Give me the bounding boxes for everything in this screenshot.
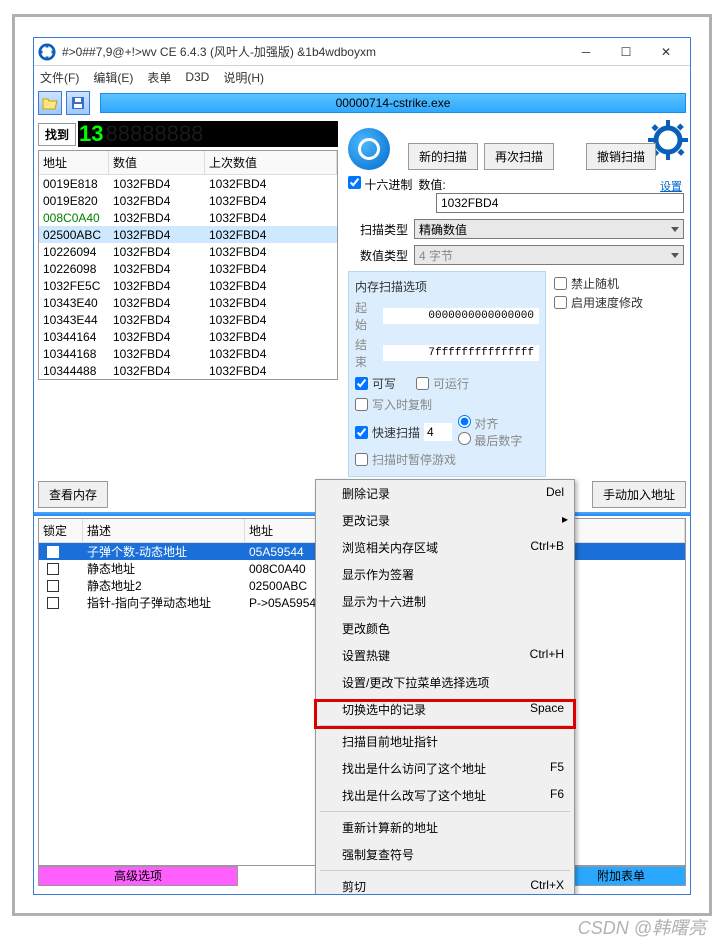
context-menu-item[interactable]: 强制复查符号 <box>316 841 574 868</box>
result-row[interactable]: 102260941032FBD41032FBD4 <box>39 243 337 260</box>
copy-on-write-check[interactable]: 写入时复制 <box>355 396 539 413</box>
context-menu: 删除记录Del更改记录浏览相关内存区域Ctrl+B显示作为签署显示为十六进制更改… <box>315 479 575 895</box>
save-icon <box>71 96 85 110</box>
view-memory-button[interactable]: 查看内存 <box>38 481 108 508</box>
result-row[interactable]: 0019E8181032FBD41032FBD4 <box>39 175 337 192</box>
scan-type-combo[interactable]: 精确数值 <box>414 219 684 239</box>
process-bar[interactable]: 00000714-cstrike.exe <box>100 93 686 113</box>
last-digit-radio[interactable]: 最后数字 <box>458 432 522 449</box>
result-row[interactable]: 103441641032FBD41032FBD4 <box>39 328 337 345</box>
context-menu-item[interactable]: 更改颜色 <box>316 615 574 642</box>
watermark: CSDN @韩曙亮 <box>578 914 706 940</box>
hex-checkbox[interactable]: 十六进制 <box>348 176 412 193</box>
context-menu-item[interactable]: 剪切Ctrl+X <box>316 873 574 895</box>
context-menu-item[interactable]: 找出是什么访问了这个地址F5 <box>316 755 574 782</box>
menu-file[interactable]: 文件(F) <box>40 69 79 86</box>
result-row[interactable]: 10343E441032FBD41032FBD4 <box>39 311 337 328</box>
menu-edit[interactable]: 编辑(E) <box>93 69 133 86</box>
value-type-label: 数值类型 <box>348 247 408 264</box>
settings-link[interactable]: 设置 <box>660 178 682 194</box>
context-menu-item[interactable]: 切换选中的记录Space <box>316 696 574 723</box>
col-lock[interactable]: 锁定 <box>39 519 83 542</box>
scan-type-label: 扫描类型 <box>348 221 408 238</box>
col-desc[interactable]: 描述 <box>83 519 245 542</box>
advanced-options-button[interactable]: 高级选项 <box>38 866 238 886</box>
start-address-input[interactable] <box>383 308 539 324</box>
attach-table-button[interactable]: 附加表单 <box>556 866 686 886</box>
context-menu-item[interactable]: 更改记录 <box>316 507 574 534</box>
context-menu-item[interactable]: 扫描目前地址指针 <box>316 728 574 755</box>
fast-scan-value[interactable] <box>424 423 452 441</box>
undo-scan-button[interactable]: 撤销扫描 <box>586 143 656 170</box>
menubar: 文件(F) 编辑(E) 表单 D3D 说明(H) <box>34 66 690 88</box>
found-count-display: 13 88888888 <box>78 121 338 147</box>
app-icon <box>38 43 56 61</box>
result-row[interactable]: 103441681032FBD41032FBD4 <box>39 345 337 362</box>
minimize-button[interactable]: ─ <box>566 39 606 65</box>
result-row[interactable]: 103444881032FBD41032FBD4 <box>39 362 337 379</box>
context-menu-item[interactable]: 显示作为签署 <box>316 561 574 588</box>
chevron-down-icon <box>671 253 679 258</box>
menu-help[interactable]: 说明(H) <box>223 69 264 86</box>
result-row[interactable]: 1032FE5C1032FBD41032FBD4 <box>39 277 337 294</box>
window-title: #>0##7,9@+!>wv CE 6.4.3 (风叶人-加强版) &1b4wd… <box>62 43 566 60</box>
value-type-combo[interactable]: 4 字节 <box>414 245 684 265</box>
chevron-down-icon <box>671 227 679 232</box>
result-row[interactable]: 102260981032FBD41032FBD4 <box>39 260 337 277</box>
no-random-check[interactable]: 禁止随机 <box>554 275 643 292</box>
result-row[interactable]: 0019E8201032FBD41032FBD4 <box>39 192 337 209</box>
result-row[interactable]: 10343E401032FBD41032FBD4 <box>39 294 337 311</box>
col-value[interactable]: 数值 <box>109 151 205 174</box>
fast-scan-check[interactable]: 快速扫描 <box>355 424 420 441</box>
manual-add-button[interactable]: 手动加入地址 <box>592 481 686 508</box>
folder-open-icon <box>42 96 58 110</box>
close-button[interactable]: ✕ <box>646 39 686 65</box>
pause-game-check[interactable]: 扫描时暂停游戏 <box>355 451 539 468</box>
context-menu-item[interactable]: 设置/更改下拉菜单选择选项 <box>316 669 574 696</box>
search-icon[interactable] <box>348 128 390 170</box>
speed-check[interactable]: 启用速度修改 <box>554 294 643 311</box>
menu-d3d[interactable]: D3D <box>185 70 209 84</box>
new-scan-button[interactable]: 新的扫描 <box>408 143 478 170</box>
scan-results-list[interactable]: 地址 数值 上次数值 0019E8181032FBD41032FBD40019E… <box>38 150 338 380</box>
open-button[interactable] <box>38 91 62 115</box>
next-scan-button[interactable]: 再次扫描 <box>484 143 554 170</box>
context-menu-item[interactable]: 重新计算新的地址 <box>316 814 574 841</box>
col-previous[interactable]: 上次数值 <box>205 151 337 174</box>
executable-check[interactable]: 可运行 <box>416 375 469 392</box>
writable-check[interactable]: 可写 <box>355 375 396 392</box>
found-label: 找到 <box>38 123 76 146</box>
context-menu-item[interactable]: 删除记录Del <box>316 480 574 507</box>
save-button[interactable] <box>66 91 90 115</box>
result-row[interactable]: 02500ABC1032FBD41032FBD4 <box>39 226 337 243</box>
memory-scan-group: 内存扫描选项 起始 结束 可写 可运行 写入时复制 快速扫描 对齐 最后数字 <box>348 271 546 477</box>
col-address[interactable]: 地址 <box>39 151 109 174</box>
context-menu-item[interactable]: 浏览相关内存区域Ctrl+B <box>316 534 574 561</box>
result-row[interactable]: 008C0A401032FBD41032FBD4 <box>39 209 337 226</box>
value-input[interactable] <box>436 193 684 213</box>
align-radio[interactable]: 对齐 <box>458 415 522 432</box>
context-menu-item[interactable]: 找出是什么改写了这个地址F6 <box>316 782 574 809</box>
maximize-button[interactable]: ☐ <box>606 39 646 65</box>
context-menu-item[interactable]: 设置热键Ctrl+H <box>316 642 574 669</box>
menu-table[interactable]: 表单 <box>147 69 171 86</box>
titlebar: #>0##7,9@+!>wv CE 6.4.3 (风叶人-加强版) &1b4wd… <box>34 38 690 66</box>
context-menu-item[interactable]: 显示为十六进制 <box>316 588 574 615</box>
end-address-input[interactable] <box>383 345 539 361</box>
